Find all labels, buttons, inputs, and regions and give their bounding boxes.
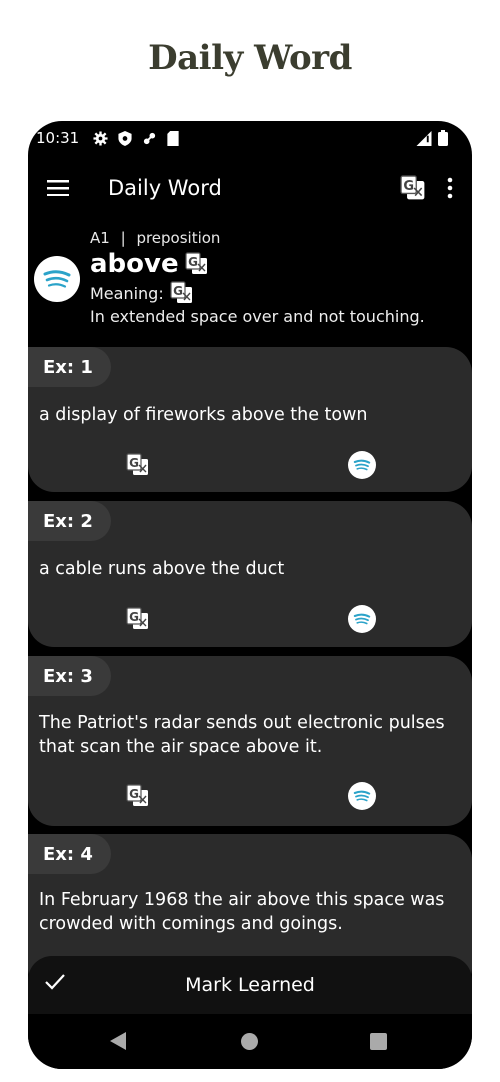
app-bar: Daily Word G	[28, 155, 472, 221]
example-card: Ex: 1 a display of fireworks above the t…	[28, 347, 472, 492]
word-header: A1 | preposition above G Meaning: G In e…	[28, 221, 472, 337]
part-of-speech: preposition	[136, 229, 221, 247]
back-icon[interactable]	[110, 1032, 126, 1050]
shield-icon	[118, 130, 132, 146]
svg-text:G: G	[173, 284, 183, 298]
spotify-icon	[353, 613, 371, 625]
translate-example-icon[interactable]: G	[126, 453, 150, 477]
listen-example-button[interactable]	[348, 605, 376, 633]
example-number-chip: Ex: 3	[28, 656, 111, 696]
example-text: In February 1968 the air above this spac…	[39, 890, 445, 934]
phone-screen: 10:31 Daily Word G A1 | preposition abov…	[28, 121, 472, 1069]
sync-icon	[144, 132, 156, 144]
translate-example-icon[interactable]: G	[126, 784, 150, 808]
svg-text:G: G	[129, 610, 139, 624]
level-label: A1	[90, 229, 110, 247]
recent-apps-icon[interactable]	[370, 1033, 387, 1050]
example-card: Ex: 3 The Patriot's radar sends out elec…	[28, 656, 472, 826]
spotify-icon	[353, 790, 371, 802]
spotify-icon	[43, 270, 71, 288]
promo-title: Daily Word	[148, 38, 352, 78]
svg-text:G: G	[129, 456, 139, 470]
home-icon[interactable]	[241, 1033, 258, 1050]
hamburger-menu-icon	[47, 180, 69, 196]
listen-example-button[interactable]	[348, 451, 376, 479]
meta-separator: |	[120, 229, 126, 247]
system-nav-bar	[28, 1014, 472, 1069]
listen-word-button[interactable]	[34, 256, 80, 302]
word-definition: In extended space over and not touching.	[90, 307, 425, 326]
svg-text:G: G	[188, 255, 198, 269]
listen-example-button[interactable]	[348, 782, 376, 810]
signal-icon	[416, 130, 432, 146]
example-text: a cable runs above the duct	[39, 559, 285, 579]
svg-text:G: G	[403, 179, 414, 194]
meaning-label: Meaning:	[90, 283, 164, 303]
example-number-chip: Ex: 4	[28, 834, 111, 874]
example-text: The Patriot's radar sends out electronic…	[39, 713, 445, 757]
svg-text:G: G	[129, 787, 139, 801]
mark-learned-label: Mark Learned	[185, 974, 315, 996]
translate-icon[interactable]: G	[400, 175, 426, 201]
word-text: above	[90, 249, 179, 279]
menu-button[interactable]	[28, 155, 88, 221]
sd-card-icon	[167, 130, 179, 146]
translate-example-icon[interactable]: G	[126, 607, 150, 631]
check-icon	[45, 974, 65, 990]
translate-meaning-icon[interactable]: G	[170, 281, 194, 305]
translate-word-icon[interactable]: G	[185, 252, 209, 276]
status-bar: 10:31	[28, 121, 472, 155]
battery-icon	[438, 130, 448, 146]
example-number-chip: Ex: 1	[28, 347, 111, 387]
example-number-chip: Ex: 2	[28, 501, 111, 541]
more-options-icon[interactable]	[440, 175, 460, 201]
word-meta: A1 | preposition	[90, 229, 220, 247]
settings-icon	[93, 130, 108, 146]
example-text: a display of fireworks above the town	[39, 405, 368, 425]
status-time: 10:31	[36, 129, 80, 147]
mark-learned-button[interactable]: Mark Learned	[28, 956, 472, 1014]
spotify-icon	[353, 459, 371, 471]
app-title: Daily Word	[108, 176, 222, 200]
example-card: Ex: 2 a cable runs above the duct G	[28, 501, 472, 647]
